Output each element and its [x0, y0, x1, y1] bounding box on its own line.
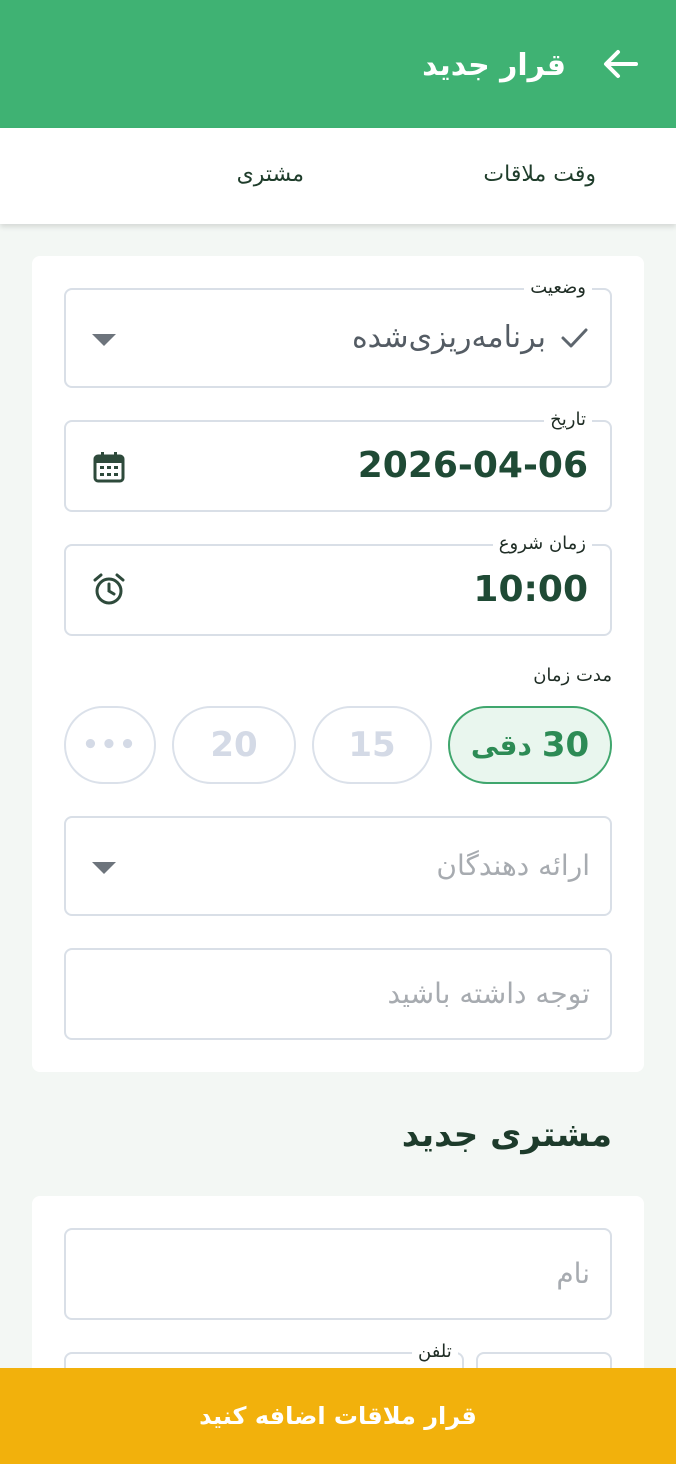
status-value: برنامه‌ریزی‌شده — [351, 320, 546, 355]
arrow-back-icon[interactable] — [600, 44, 640, 84]
duration-chip-15[interactable]: 15 — [312, 706, 432, 784]
tab-bar: وقت ملاقات مشتری صب — [0, 128, 676, 224]
calendar-icon[interactable] — [92, 450, 126, 484]
start-time-value: 10:00 — [473, 569, 588, 610]
dropdown-arrow-icon — [92, 862, 116, 874]
tab-customer[interactable]: مشتری — [237, 158, 304, 192]
duration-chip-unit: دقی — [470, 728, 532, 762]
duration-label: مدت زمان — [533, 665, 612, 686]
notes-input[interactable]: توجه داشته باشید — [64, 948, 612, 1040]
add-appointment-button[interactable]: قرار ملاقات اضافه کنید — [0, 1368, 676, 1464]
tab-appointment-time[interactable]: وقت ملاقات — [483, 158, 596, 192]
page-title: قرار جدید — [422, 48, 566, 83]
date-field[interactable]: تاریخ 2026-04-06 — [64, 408, 612, 512]
notes-placeholder: توجه داشته باشید — [387, 977, 590, 1010]
duration-chip-more[interactable]: ••• — [64, 706, 156, 784]
add-appointment-label: قرار ملاقات اضافه کنید — [199, 1402, 477, 1430]
start-time-field[interactable]: زمان شروع 10:00 — [64, 532, 612, 636]
date-value: 2026-04-06 — [357, 445, 588, 486]
alarm-clock-icon[interactable] — [92, 572, 126, 606]
date-label: تاریخ — [544, 408, 592, 432]
phone-label: تلفن — [412, 1340, 458, 1364]
provider-placeholder: ارائه دهندگان — [436, 849, 590, 882]
duration-chip-20[interactable]: 20 — [172, 706, 296, 784]
start-time-label: زمان شروع — [492, 532, 592, 556]
duration-chip-value: 30 — [541, 725, 590, 765]
app-bar: قرار جدید — [0, 0, 676, 128]
duration-chip-30[interactable]: 30 دقی — [448, 706, 612, 784]
name-placeholder: نام — [556, 1257, 590, 1290]
new-customer-heading: مشتری جدید — [401, 1115, 612, 1155]
check-icon — [561, 328, 588, 348]
dropdown-arrow-icon — [92, 334, 116, 346]
status-select[interactable]: وضعیت برنامه‌ریزی‌شده — [64, 276, 612, 388]
name-input[interactable]: نام — [64, 1228, 612, 1320]
provider-select[interactable]: ارائه دهندگان — [64, 816, 612, 916]
status-label: وضعیت — [524, 276, 592, 300]
appointment-card: وضعیت برنامه‌ریزی‌شده تاریخ 2026-04-06 ز… — [32, 256, 644, 1072]
